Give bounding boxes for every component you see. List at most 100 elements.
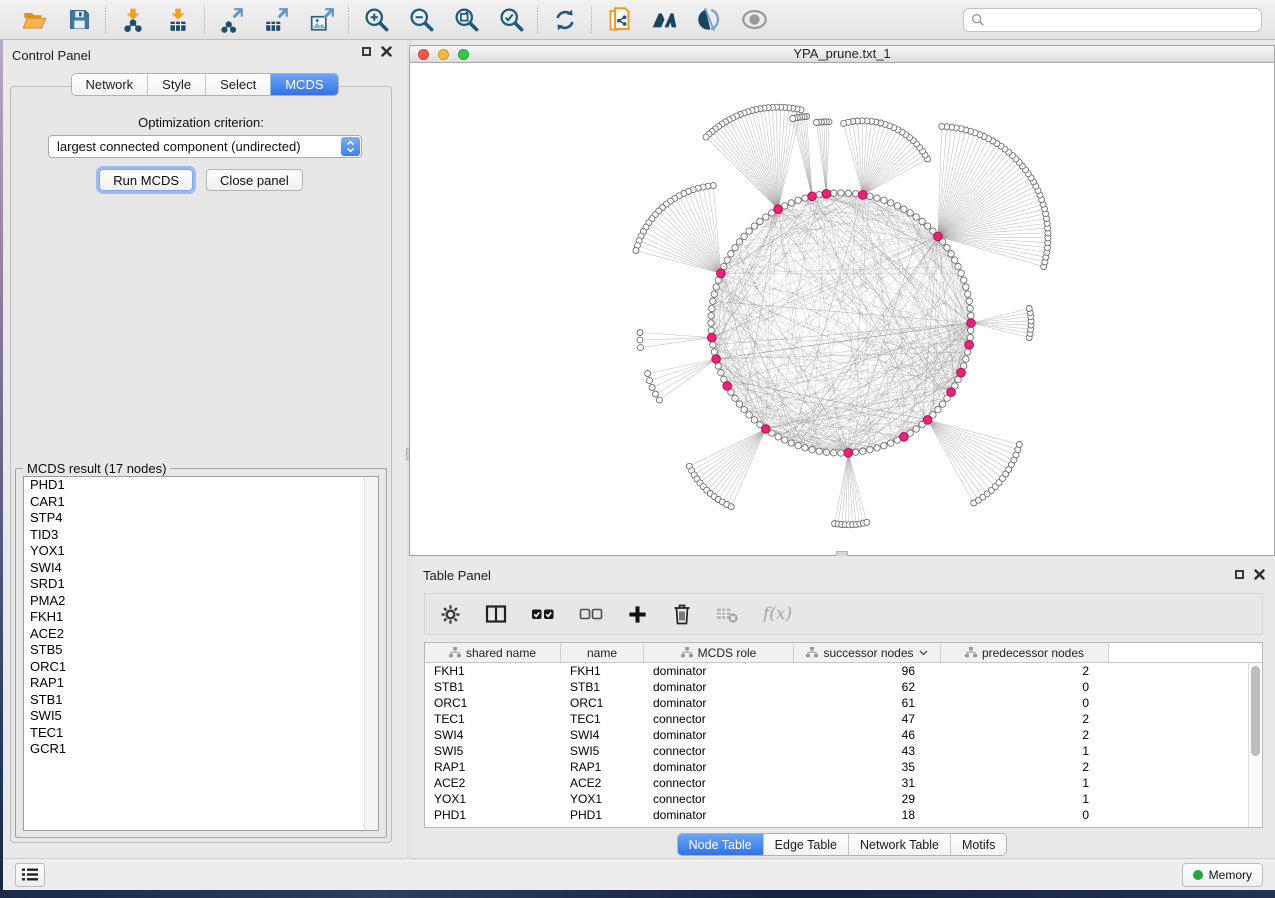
tab-select[interactable]: Select — [205, 74, 270, 95]
column-header-name[interactable]: name — [561, 643, 644, 662]
import-network-icon[interactable] — [118, 6, 148, 34]
network-canvas[interactable] — [409, 63, 1275, 556]
table-row-PHD1[interactable]: PHD1PHD1dominator180 — [425, 807, 1262, 823]
tab-network-table[interactable]: Network Table — [848, 834, 950, 855]
maximize-window-icon[interactable] — [458, 49, 469, 60]
search-input[interactable] — [989, 10, 1261, 30]
mcds-node — [708, 333, 717, 342]
mcds-result-item[interactable]: STB5 — [24, 642, 378, 659]
mcds-result-item[interactable]: PMA2 — [24, 593, 378, 610]
column-header-predecessor-nodes[interactable]: predecessor nodes — [941, 643, 1109, 662]
export-image-icon[interactable] — [307, 6, 337, 34]
nodes-layer[interactable] — [633, 104, 1051, 528]
mcds-result-list[interactable]: PHD1CAR1STP4TID3YOX1SWI4SRD1PMA2FKH1ACE2… — [23, 476, 379, 831]
tab-style[interactable]: Style — [147, 74, 205, 95]
deselect-all-rows-icon[interactable] — [579, 604, 603, 624]
node-table-body: FKH1FKH1dominator962STB1STB1dominator620… — [425, 663, 1262, 823]
mcds-result-item[interactable]: TID3 — [24, 527, 378, 544]
add-row-icon[interactable] — [627, 604, 648, 625]
mcds-result-item[interactable]: SWI4 — [24, 560, 378, 577]
table-scrollbar-thumb[interactable] — [1251, 666, 1260, 756]
tab-motifs[interactable]: Motifs — [950, 834, 1006, 855]
mcds-result-item[interactable]: TEC1 — [24, 725, 378, 742]
tab-edge-table[interactable]: Edge Table — [763, 834, 848, 855]
mcds-result-item[interactable]: FKH1 — [24, 609, 378, 626]
column-header-MCDS-role[interactable]: MCDS role — [644, 643, 794, 662]
delete-row-icon[interactable] — [672, 603, 692, 625]
search-network-icon[interactable] — [649, 6, 679, 34]
table-row-ACE2[interactable]: ACE2ACE2connector311 — [425, 775, 1262, 791]
mcds-result-item[interactable]: STB1 — [24, 692, 378, 709]
run-mcds-button[interactable]: Run MCDS — [99, 169, 193, 191]
mcds-result-item[interactable]: ACE2 — [24, 626, 378, 643]
table-row-STB1[interactable]: STB1STB1dominator620 — [425, 679, 1262, 695]
show-graphics-details-icon[interactable] — [739, 6, 769, 34]
import-table-icon[interactable] — [163, 6, 193, 34]
mcds-result-item[interactable]: SRD1 — [24, 576, 378, 593]
table-scrollbar[interactable] — [1248, 663, 1262, 827]
cell-predecessor-nodes: 1 — [941, 776, 1109, 790]
mcds-node — [723, 382, 732, 391]
search-box[interactable] — [963, 8, 1262, 32]
close-panel-icon[interactable] — [1254, 569, 1265, 580]
mcds-list-scrollbar[interactable] — [364, 477, 378, 830]
zoom-in-icon[interactable] — [361, 6, 391, 34]
cell-predecessor-nodes: 2 — [941, 728, 1109, 742]
mcds-node — [957, 368, 966, 377]
zoom-selected-icon[interactable] — [496, 6, 526, 34]
mcds-result-item[interactable]: STP4 — [24, 510, 378, 527]
memory-button[interactable]: Memory — [1182, 863, 1263, 887]
open-icon[interactable] — [19, 6, 49, 34]
zoom-fit-icon[interactable] — [451, 6, 481, 34]
hide-graphics-details-icon[interactable] — [694, 6, 724, 34]
float-panel-icon[interactable] — [1235, 570, 1244, 579]
cell-MCDS-role: dominator — [644, 760, 794, 774]
mcds-node — [844, 449, 853, 458]
select-all-rows-icon[interactable] — [531, 604, 555, 624]
tab-node-table[interactable]: Node Table — [678, 834, 763, 855]
column-header-successor-nodes[interactable]: successor nodes — [794, 643, 941, 662]
mcds-result-item[interactable]: RAP1 — [24, 675, 378, 692]
table-row-FKH1[interactable]: FKH1FKH1dominator962 — [425, 663, 1262, 679]
table-row-SWI4[interactable]: SWI4SWI4dominator462 — [425, 727, 1262, 743]
show-columns-icon[interactable] — [485, 604, 507, 624]
mcds-result-item[interactable]: YOX1 — [24, 543, 378, 560]
mcds-node — [808, 192, 817, 201]
float-panel-icon[interactable] — [362, 47, 371, 56]
close-panel-icon[interactable] — [381, 46, 392, 57]
table-row-YOX1[interactable]: YOX1YOX1connector291 — [425, 791, 1262, 807]
mcds-result-item[interactable]: CAR1 — [24, 494, 378, 511]
table-row-ORC1[interactable]: ORC1ORC1dominator610 — [425, 695, 1262, 711]
mcds-result-item[interactable]: PHD1 — [24, 477, 378, 494]
export-network-icon[interactable] — [217, 6, 247, 34]
tab-mcds[interactable]: MCDS — [270, 74, 337, 95]
minimize-window-icon[interactable] — [438, 49, 449, 60]
cell-successor-nodes: 62 — [794, 680, 941, 694]
task-history-button[interactable] — [15, 863, 45, 887]
zoom-out-icon[interactable] — [406, 6, 436, 34]
share-network-document-icon[interactable] — [604, 6, 634, 34]
save-icon[interactable] — [64, 6, 94, 34]
close-window-icon[interactable] — [418, 49, 429, 60]
mcds-result-item[interactable]: ORC1 — [24, 659, 378, 676]
desktop: Control Panel NetworkStyleSelectMCDS Opt… — [0, 0, 1275, 898]
horizontal-splitter[interactable] — [412, 556, 1275, 565]
network-graph[interactable] — [410, 63, 1274, 554]
delete-table-icon[interactable] — [716, 604, 739, 624]
table-row-SWI5[interactable]: SWI5SWI5connector431 — [425, 743, 1262, 759]
export-table-icon[interactable] — [262, 6, 292, 34]
function-builder-icon[interactable]: f(x) — [763, 604, 792, 624]
close-panel-button[interactable]: Close panel — [206, 169, 303, 191]
criterion-select[interactable]: largest connected component (undirected) — [48, 135, 362, 158]
refresh-icon[interactable] — [550, 6, 580, 34]
tab-network[interactable]: Network — [71, 74, 147, 95]
cell-predecessor-nodes: 2 — [941, 760, 1109, 774]
mcds-result-item[interactable]: SWI5 — [24, 708, 378, 725]
cell-successor-nodes: 35 — [794, 760, 941, 774]
cell-MCDS-role: connector — [644, 744, 794, 758]
table-settings-icon[interactable] — [440, 604, 461, 625]
mcds-result-item[interactable]: GCR1 — [24, 741, 378, 758]
table-row-TEC1[interactable]: TEC1TEC1connector472 — [425, 711, 1262, 727]
table-row-RAP1[interactable]: RAP1RAP1dominator352 — [425, 759, 1262, 775]
column-header-shared-name[interactable]: shared name — [425, 643, 561, 662]
